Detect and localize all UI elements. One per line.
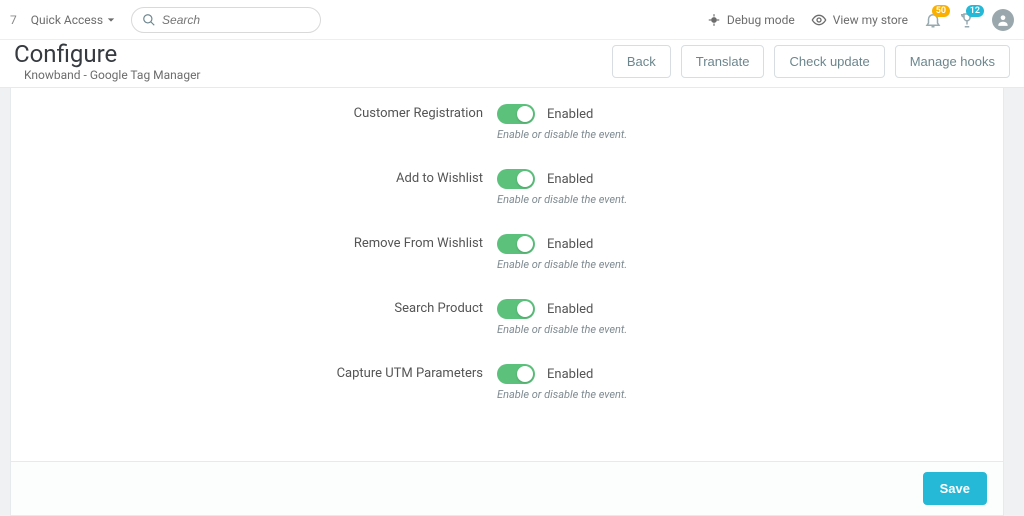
help-text: Enable or disable the event. bbox=[497, 323, 627, 336]
debug-mode-label: Debug mode bbox=[727, 13, 795, 27]
quick-access-label: Quick Access bbox=[31, 13, 103, 27]
field-label: Add to Wishlist bbox=[11, 169, 497, 186]
left-gutter bbox=[0, 88, 10, 516]
bug-icon bbox=[707, 13, 721, 27]
panel-footer: Save bbox=[11, 461, 1003, 515]
view-store-link[interactable]: View my store bbox=[811, 12, 908, 28]
debug-mode-toggle[interactable]: Debug mode bbox=[707, 13, 795, 27]
toggle-state: Enabled bbox=[547, 107, 593, 122]
page-header: Configure Knowband - Google Tag Manager … bbox=[0, 40, 1024, 88]
toggle-customer-registration[interactable] bbox=[497, 104, 535, 124]
quick-access-dropdown[interactable]: Quick Access bbox=[31, 13, 115, 27]
field-label: Customer Registration bbox=[11, 104, 497, 121]
help-text: Enable or disable the event. bbox=[497, 258, 627, 271]
user-icon bbox=[996, 13, 1010, 27]
back-button[interactable]: Back bbox=[612, 45, 671, 78]
check-update-button[interactable]: Check update bbox=[774, 45, 884, 78]
row-add-to-wishlist: Add to Wishlist Enabled Enable or disabl… bbox=[11, 169, 1003, 206]
row-capture-utm: Capture UTM Parameters Enabled Enable or… bbox=[11, 364, 1003, 401]
row-search-product: Search Product Enabled Enable or disable… bbox=[11, 299, 1003, 336]
row-remove-from-wishlist: Remove From Wishlist Enabled Enable or d… bbox=[11, 234, 1003, 271]
help-text: Enable or disable the event. bbox=[497, 193, 627, 206]
form-area: Customer Registration Enabled Enable or … bbox=[11, 88, 1003, 401]
orders-button[interactable]: 12 bbox=[958, 11, 976, 29]
help-text: Enable or disable the event. bbox=[497, 388, 627, 401]
avatar[interactable] bbox=[992, 9, 1014, 31]
notifications-button[interactable]: 50 bbox=[924, 11, 942, 29]
config-panel: Customer Registration Enabled Enable or … bbox=[10, 88, 1004, 516]
toggle-capture-utm[interactable] bbox=[497, 364, 535, 384]
search-icon bbox=[142, 13, 156, 27]
manage-hooks-button[interactable]: Manage hooks bbox=[895, 45, 1010, 78]
action-buttons: Back Translate Check update Manage hooks bbox=[612, 45, 1010, 78]
topbar-left-number: 7 bbox=[10, 13, 17, 27]
page-title: Configure bbox=[14, 40, 117, 68]
save-button[interactable]: Save bbox=[923, 472, 987, 505]
topbar: 7 Quick Access Debug mode View my store … bbox=[0, 0, 1024, 40]
toggle-state: Enabled bbox=[547, 302, 593, 317]
help-text: Enable or disable the event. bbox=[497, 128, 627, 141]
orders-badge: 12 bbox=[966, 5, 984, 17]
toggle-remove-from-wishlist[interactable] bbox=[497, 234, 535, 254]
topbar-right: Debug mode View my store 50 12 bbox=[707, 9, 1014, 31]
search-box[interactable] bbox=[131, 7, 321, 33]
toggle-state: Enabled bbox=[547, 367, 593, 382]
toggle-search-product[interactable] bbox=[497, 299, 535, 319]
content-area: Customer Registration Enabled Enable or … bbox=[10, 88, 1024, 516]
row-customer-registration: Customer Registration Enabled Enable or … bbox=[11, 104, 1003, 141]
field-label: Search Product bbox=[11, 299, 497, 316]
page-subtitle: Knowband - Google Tag Manager bbox=[24, 68, 201, 82]
toggle-add-to-wishlist[interactable] bbox=[497, 169, 535, 189]
view-store-label: View my store bbox=[833, 13, 908, 27]
translate-button[interactable]: Translate bbox=[681, 45, 765, 78]
field-label: Capture UTM Parameters bbox=[11, 364, 497, 381]
field-label: Remove From Wishlist bbox=[11, 234, 497, 251]
main: Customer Registration Enabled Enable or … bbox=[0, 88, 1024, 516]
caret-down-icon bbox=[107, 16, 115, 24]
eye-icon bbox=[811, 12, 827, 28]
toggle-state: Enabled bbox=[547, 237, 593, 252]
toggle-state: Enabled bbox=[547, 172, 593, 187]
search-input[interactable] bbox=[162, 13, 319, 27]
notifications-badge: 50 bbox=[932, 5, 950, 17]
